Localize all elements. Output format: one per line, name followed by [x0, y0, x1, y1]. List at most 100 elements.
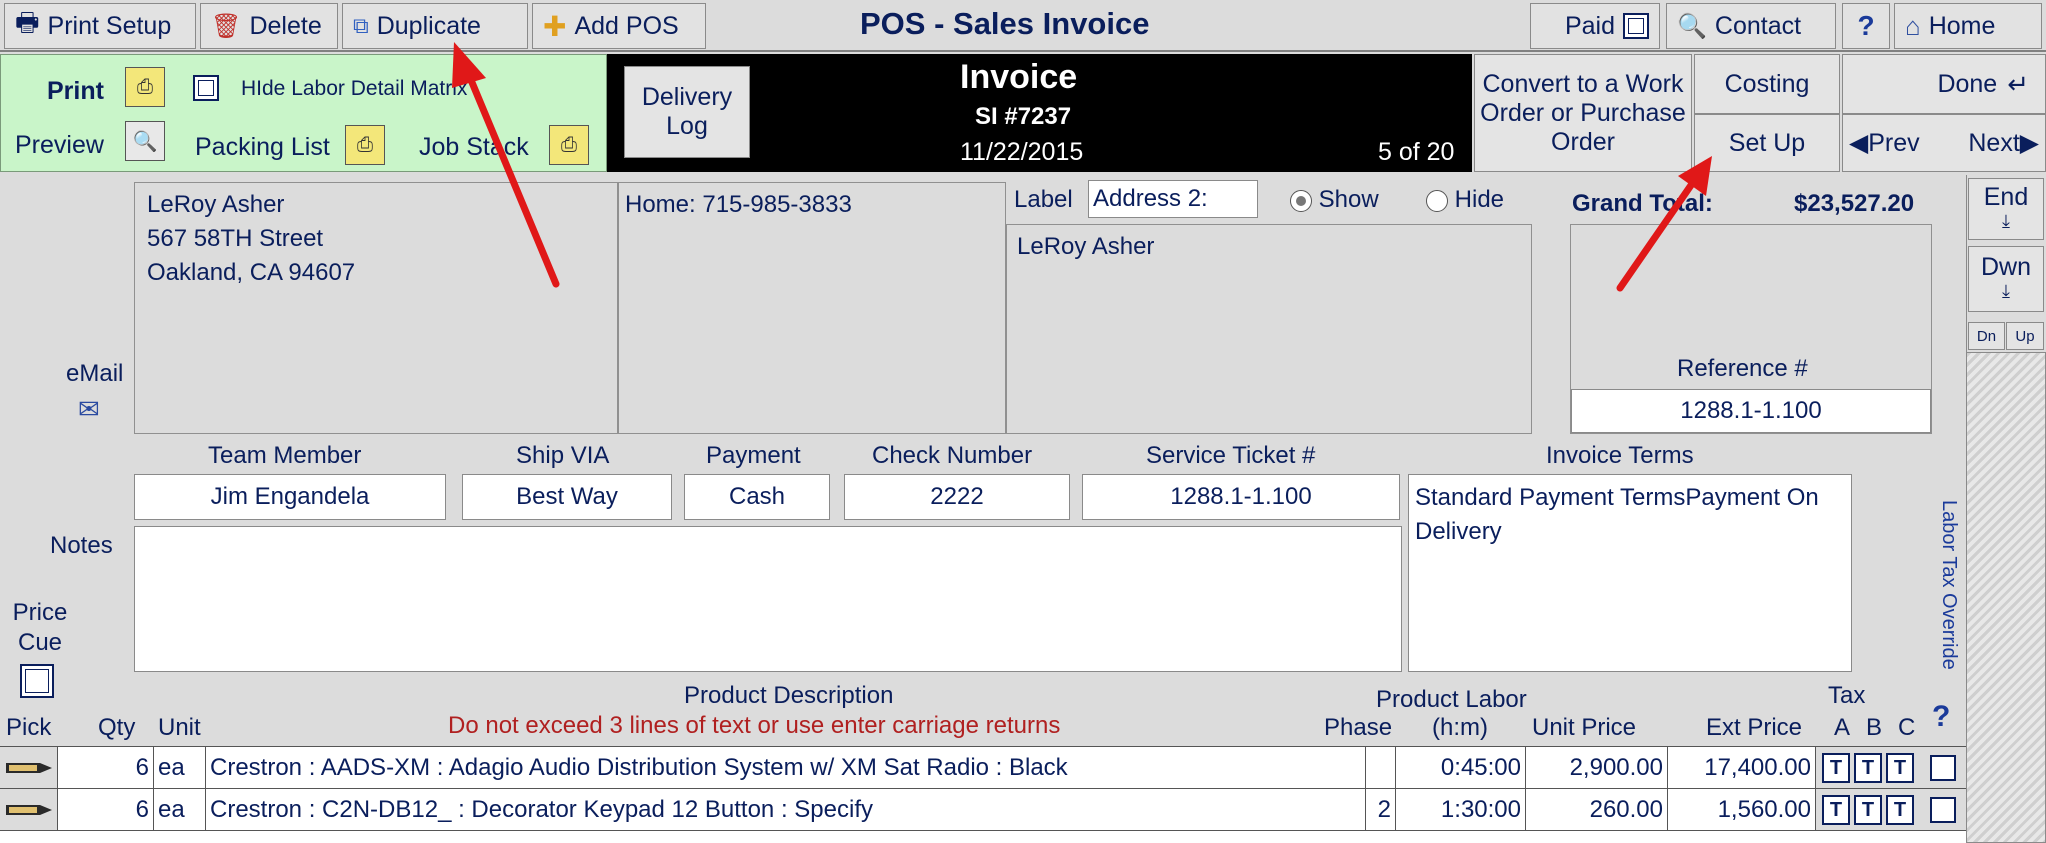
tax-c-header: C: [1898, 714, 1916, 741]
tax-help-icon[interactable]: ?: [1932, 700, 1950, 734]
costing-button[interactable]: Costing: [1694, 54, 1840, 114]
delivery-log-button[interactable]: Delivery Log: [624, 66, 750, 158]
tax-c-toggle[interactable]: T: [1886, 795, 1914, 825]
description-cell[interactable]: Crestron : AADS-XM : Adagio Audio Distri…: [206, 747, 1366, 789]
price-cue-checkbox[interactable]: [20, 664, 54, 698]
invoice-date: 11/22/2015: [960, 138, 1084, 166]
preview-magnifier-icon[interactable]: 🔍: [125, 121, 165, 161]
phase-cell[interactable]: 2: [1366, 789, 1396, 831]
prev-button[interactable]: ◀Prev: [1849, 129, 1920, 158]
down-page-button[interactable]: Dwn ⤓: [1968, 246, 2044, 312]
set-up-button[interactable]: Set Up: [1694, 114, 1840, 172]
delete-button[interactable]: 🗑 Delete: [200, 3, 338, 49]
ext-price-cell[interactable]: 17,400.00: [1668, 747, 1816, 789]
ext-price-header: Ext Price: [1706, 714, 1803, 741]
print-label: Print: [47, 77, 104, 105]
labor-tax-override-checkbox[interactable]: [1930, 755, 1956, 781]
preview-label: Preview: [15, 131, 104, 159]
labor-cell[interactable]: 1:30:00: [1396, 789, 1526, 831]
table-row[interactable]: [0, 830, 1966, 843]
team-member-label: Team Member: [208, 442, 362, 469]
help-button[interactable]: ?: [1842, 3, 1890, 49]
customer-phone-panel[interactable]: Home: 715-985-3833: [618, 182, 1006, 434]
pick-cell[interactable]: [0, 789, 58, 831]
description-cell[interactable]: Crestron : C2N-DB12_ : Decorator Keypad …: [206, 789, 1366, 831]
show-radio[interactable]: Show: [1290, 186, 1379, 214]
check-number-field[interactable]: 2222: [844, 474, 1070, 520]
address2-name: LeRoy Asher: [1017, 233, 1155, 260]
reference-panel: Reference # 1288.1-1.100: [1570, 224, 1932, 434]
labor-cell[interactable]: 0:45:00: [1396, 747, 1526, 789]
tax-a-toggle[interactable]: T: [1822, 753, 1850, 783]
scroll-up-button[interactable]: Up: [2006, 322, 2044, 350]
customer-name: LeRoy Asher: [147, 191, 285, 218]
service-ticket-field[interactable]: 1288.1-1.100: [1082, 474, 1400, 520]
ext-price-cell[interactable]: 1,560.00: [1668, 789, 1816, 831]
scrollbar-track[interactable]: [1966, 352, 2046, 843]
address2-panel[interactable]: LeRoy Asher: [1006, 224, 1532, 434]
hide-radio[interactable]: Hide: [1426, 186, 1504, 214]
qty-cell[interactable]: 6: [58, 747, 154, 789]
next-button[interactable]: Next▶: [1968, 129, 2039, 158]
duplicate-button[interactable]: ⧉ Duplicate: [342, 3, 528, 49]
payment-field[interactable]: Cash: [684, 474, 830, 520]
packing-list-label: Packing List: [195, 133, 330, 161]
email-label: eMail: [66, 360, 124, 387]
paid-checkbox[interactable]: [1623, 13, 1649, 39]
email-icon[interactable]: ✉: [78, 394, 108, 430]
search-icon: 🔍: [1677, 12, 1707, 40]
unit-cell[interactable]: ea: [154, 789, 206, 831]
scroll-down-button[interactable]: Dn: [1968, 322, 2005, 350]
invoice-terms-field[interactable]: Standard Payment TermsPayment On Deliver…: [1408, 474, 1852, 672]
prev-arrow-icon: ◀: [1849, 128, 1869, 157]
hide-radio-dot[interactable]: [1426, 189, 1448, 212]
tax-a-toggle[interactable]: T: [1822, 795, 1850, 825]
phase-cell[interactable]: [1366, 747, 1396, 789]
tax-b-header: B: [1866, 714, 1883, 741]
show-radio-dot[interactable]: [1290, 189, 1312, 212]
packing-list-print-icon[interactable]: ⎙: [345, 125, 385, 165]
tax-c-toggle[interactable]: T: [1886, 753, 1914, 783]
price-cue-label: Price Cue: [12, 599, 68, 656]
tax-header: Tax: [1828, 682, 1866, 709]
customer-city: Oakland, CA 94607: [147, 259, 356, 286]
home-button[interactable]: ⌂ Home: [1894, 3, 2042, 49]
done-button[interactable]: Done ↵: [1842, 54, 2046, 114]
table-row[interactable]: 6 ea Crestron : AADS-XM : Adagio Audio Dis…: [0, 746, 1966, 789]
unit-price-cell[interactable]: 2,900.00: [1526, 747, 1668, 789]
contact-button[interactable]: 🔍 Contact: [1666, 3, 1836, 49]
customer-address-panel[interactable]: LeRoy Asher 567 58TH Street Oakland, CA …: [134, 182, 618, 434]
address-label-input[interactable]: Address 2:: [1088, 180, 1258, 218]
customer-street: 567 58TH Street: [147, 225, 324, 252]
description-warning: Do not exceed 3 lines of text or use ent…: [448, 712, 1061, 739]
unit-header: Unit: [158, 714, 201, 741]
labor-unit-header: (h:m): [1432, 714, 1488, 741]
address-label-caption: Label: [1014, 186, 1073, 213]
team-member-field[interactable]: Jim Engandela: [134, 474, 446, 520]
reference-input[interactable]: 1288.1-1.100: [1571, 389, 1931, 433]
pick-pencil-icon: [6, 763, 52, 773]
ship-via-field[interactable]: Best Way: [462, 474, 672, 520]
tax-b-toggle[interactable]: T: [1854, 795, 1882, 825]
qty-cell[interactable]: 6: [58, 789, 154, 831]
hide-labor-checkbox[interactable]: [193, 75, 219, 101]
add-pos-button[interactable]: ✚ Add POS: [532, 3, 706, 49]
unit-price-cell[interactable]: 260.00: [1526, 789, 1668, 831]
pick-cell[interactable]: [0, 747, 58, 789]
end-button[interactable]: End ⤓: [1968, 178, 2044, 240]
plus-icon: ✚: [543, 10, 567, 42]
unit-cell[interactable]: ea: [154, 747, 206, 789]
table-row[interactable]: 6 ea Crestron : C2N-DB12_ : Decorator Keyp…: [0, 788, 1966, 831]
record-count: 5 of 20: [1378, 138, 1455, 166]
product-labor-header: Product Labor: [1376, 686, 1527, 713]
print-icon[interactable]: ⎙: [125, 67, 165, 107]
labor-tax-override-checkbox[interactable]: [1930, 797, 1956, 823]
end-arrow-icon: ⤓: [2002, 211, 2010, 231]
customer-phone: Home: 715-985-3833: [625, 191, 852, 218]
tax-b-toggle[interactable]: T: [1854, 753, 1882, 783]
paid-toggle[interactable]: Paid: [1530, 3, 1660, 49]
convert-order-button[interactable]: Convert to a Work Order or Purchase Orde…: [1474, 54, 1692, 172]
notes-field[interactable]: [134, 526, 1402, 672]
print-setup-button[interactable]: 🖶 Print Setup: [4, 3, 196, 49]
job-stack-print-icon[interactable]: ⎙: [549, 125, 589, 165]
